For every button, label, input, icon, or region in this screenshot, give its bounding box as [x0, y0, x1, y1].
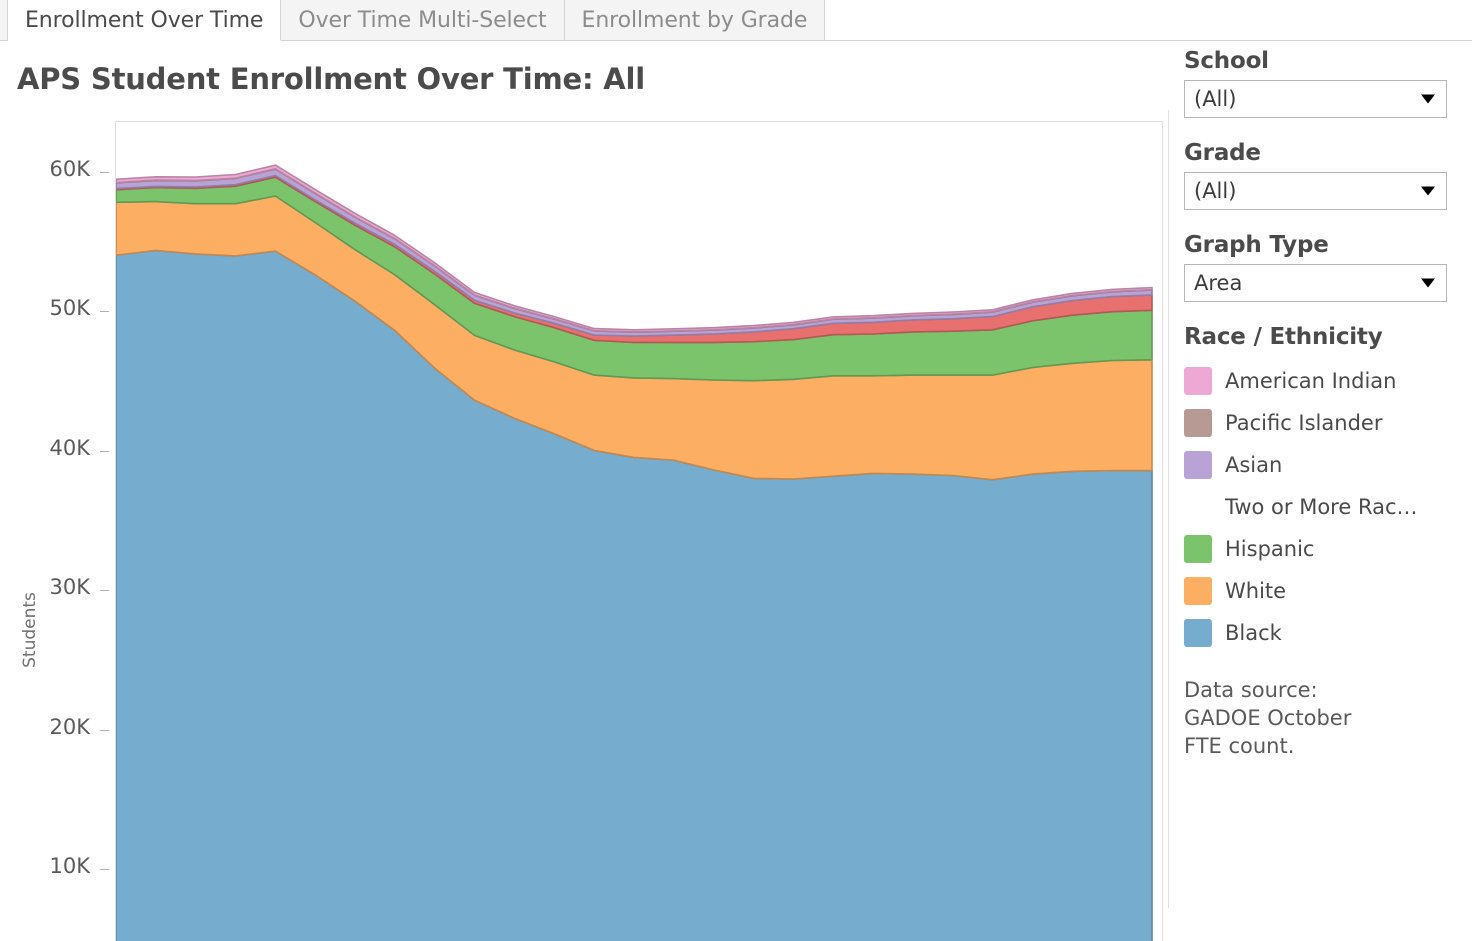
legend-label: Black: [1225, 621, 1282, 645]
y-axis-tick-label: 30K: [49, 575, 91, 600]
y-axis-tick-mark: [100, 590, 109, 592]
legend-item[interactable]: Two or More Rac…: [1184, 486, 1464, 528]
tab-over-time-multi-select[interactable]: Over Time Multi-Select: [281, 0, 565, 41]
y-axis-tick-label: 20K: [49, 714, 91, 739]
graph-type-filter-value: Area: [1194, 271, 1243, 295]
y-axis-tick-label: 40K: [49, 435, 91, 460]
tab-enrollment-over-time[interactable]: Enrollment Over Time: [8, 0, 282, 41]
legend-swatch-icon: [1184, 367, 1212, 395]
legend-item[interactable]: Black: [1184, 612, 1464, 654]
legend-label: Asian: [1225, 453, 1283, 477]
y-axis-tick-mark: [100, 729, 109, 731]
y-axis-tick-mark: [100, 869, 109, 870]
chevron-down-icon: [1421, 94, 1435, 104]
data-source-note: Data source: GADOE October FTE count.: [1184, 676, 1464, 760]
chevron-down-icon: [1421, 278, 1435, 288]
tab-bar-filler: [825, 0, 1472, 41]
legend-label: Two or More Rac…: [1225, 495, 1418, 519]
school-filter-label: School: [1184, 48, 1269, 74]
grade-filter-value: (All): [1194, 179, 1237, 203]
y-axis-tick-label: 50K: [49, 296, 91, 321]
data-source-line: GADOE October: [1184, 706, 1352, 730]
legend-title: Race / Ethnicity: [1184, 324, 1383, 350]
legend-label: Hispanic: [1225, 537, 1315, 561]
panel-divider: [1168, 110, 1169, 908]
plot-area[interactable]: [115, 121, 1163, 941]
grade-filter-label: Grade: [1184, 140, 1261, 166]
controls-panel: School (All) Grade (All) Graph Type Area…: [1184, 48, 1464, 760]
legend-label: American Indian: [1225, 369, 1397, 393]
legend-swatch-icon: [1184, 493, 1212, 521]
school-filter-select[interactable]: (All): [1184, 80, 1447, 118]
tab-label: Over Time Multi-Select: [298, 7, 547, 33]
legend-item[interactable]: Asian: [1184, 444, 1464, 486]
legend-swatch-icon: [1184, 451, 1212, 479]
legend-item[interactable]: Hispanic: [1184, 528, 1464, 570]
legend-item[interactable]: American Indian: [1184, 360, 1464, 402]
legend-item[interactable]: Pacific Islander: [1184, 402, 1464, 444]
legend-label: White: [1225, 579, 1287, 603]
tab-label: Enrollment Over Time: [25, 7, 264, 33]
tab-enrollment-by-grade[interactable]: Enrollment by Grade: [564, 0, 826, 41]
tab-bar: Enrollment Over Time Over Time Multi-Sel…: [0, 0, 1472, 41]
data-source-line: Data source:: [1184, 678, 1318, 702]
legend: American Indian Pacific Islander Asian Two …: [1184, 360, 1464, 654]
grade-filter-select[interactable]: (All): [1184, 172, 1447, 210]
y-axis-tick-label: 10K: [49, 854, 91, 878]
legend-swatch-icon: [1184, 535, 1212, 563]
graph-type-filter-label: Graph Type: [1184, 232, 1329, 258]
tab-bar-left-edge: [0, 0, 8, 41]
y-axis-tick-mark: [100, 311, 109, 313]
data-source-line: FTE count.: [1184, 734, 1295, 758]
legend-swatch-icon: [1184, 577, 1212, 605]
school-filter-value: (All): [1194, 87, 1237, 111]
tab-label: Enrollment by Grade: [581, 7, 808, 33]
page-title: APS Student Enrollment Over Time: All: [17, 62, 646, 96]
chart-region: Students 60K 50K 40K 30K 20K 10K: [0, 110, 1172, 941]
graph-type-filter-select[interactable]: Area: [1184, 264, 1447, 302]
chevron-down-icon: [1421, 186, 1435, 196]
legend-label: Pacific Islander: [1225, 411, 1383, 435]
legend-item[interactable]: White: [1184, 570, 1464, 612]
legend-swatch-icon: [1184, 619, 1212, 647]
stacked-area-chart: [116, 164, 1153, 941]
y-axis-tick-mark: [100, 450, 109, 452]
legend-swatch-icon: [1184, 409, 1212, 437]
y-axis-tick-label: 60K: [49, 157, 91, 181]
y-axis-tick-mark: [100, 172, 109, 173]
